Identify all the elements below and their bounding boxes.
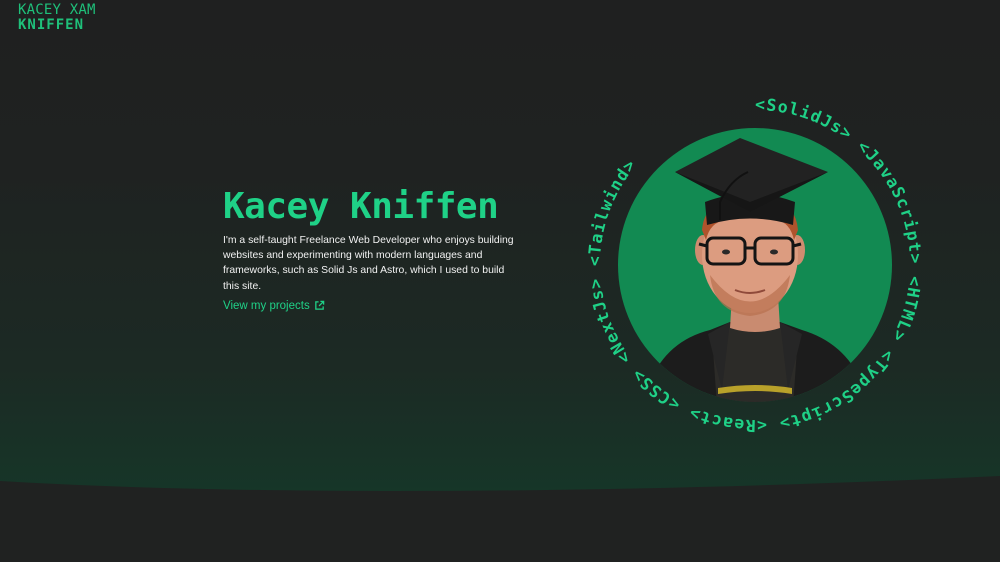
- portrait-container: <SolidJs> <JavaScript> <HTML> <TypeScrip…: [580, 90, 930, 440]
- hero-section: Kacey Kniffen I'm a self-taught Freelanc…: [223, 185, 523, 313]
- bottom-wave: [0, 476, 1000, 562]
- hero-description: I'm a self-taught Freelance Web Develope…: [223, 235, 514, 292]
- logo-line-1: KACEY XAM: [18, 2, 96, 18]
- page: KACEY XAM KNIFFEN Kacey Kniffen I'm a se…: [0, 0, 1000, 562]
- site-logo[interactable]: KACEY XAM KNIFFEN: [18, 3, 96, 33]
- logo-line-2: KNIFFEN: [18, 17, 85, 33]
- view-projects-link[interactable]: View my projects: [223, 300, 325, 312]
- portrait-graphic: <SolidJs> <JavaScript> <HTML> <TypeScrip…: [585, 95, 924, 435]
- view-projects-label: View my projects: [223, 299, 310, 312]
- external-link-icon: [314, 301, 324, 311]
- hero-title: Kacey Kniffen: [223, 186, 499, 227]
